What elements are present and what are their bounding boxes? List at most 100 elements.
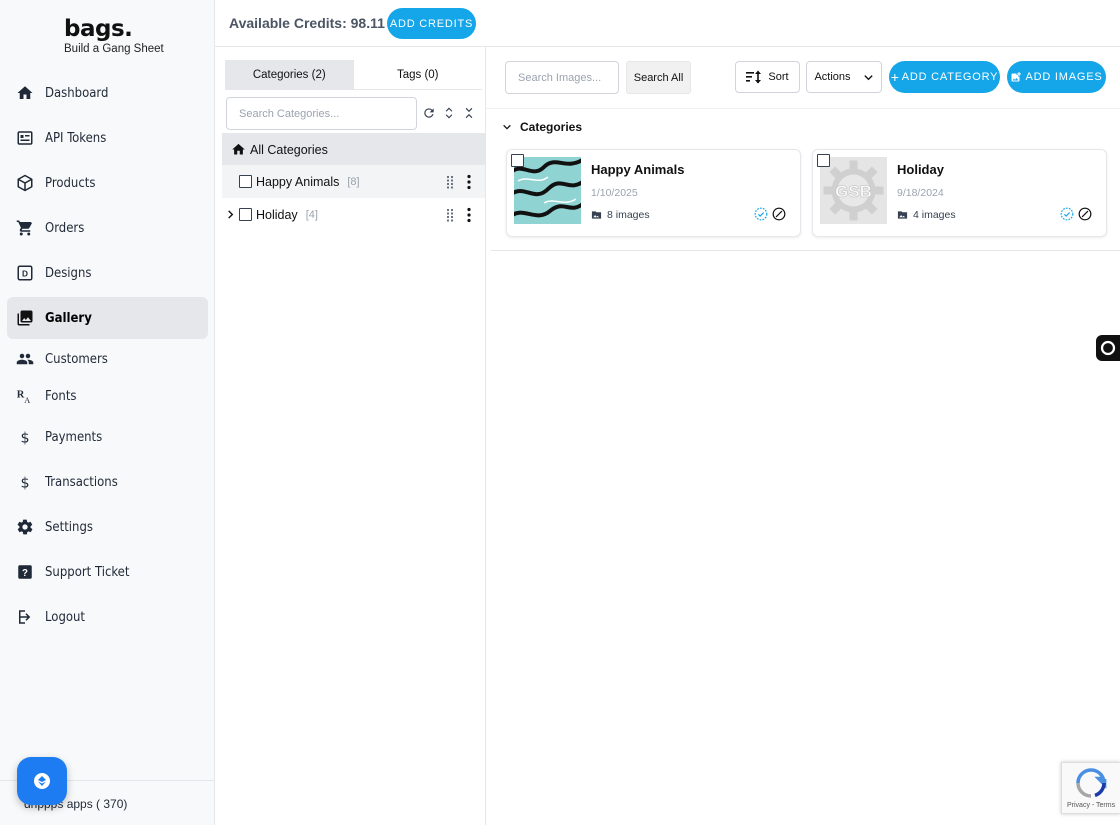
expand-all-icon[interactable] (441, 105, 457, 121)
people-icon (15, 349, 35, 369)
category-card[interactable]: GSB Holiday 9/18/2024 4 images (812, 149, 1107, 237)
recaptcha-badge[interactable]: Privacy - Terms (1061, 762, 1120, 814)
published-check-icon[interactable] (1060, 207, 1074, 221)
api-token-icon (15, 128, 35, 148)
tab-tags[interactable]: Tags (0) (354, 60, 483, 89)
brand-logo[interactable]: bags. Build a Gang Sheet (64, 16, 164, 56)
accessibility-widget-icon[interactable] (1096, 335, 1120, 361)
sidebar-item-support-ticket[interactable]: ? Support Ticket (7, 551, 208, 593)
home-icon (231, 142, 246, 157)
gear-icon (15, 517, 35, 537)
category-card[interactable]: Happy Animals 1/10/2025 8 images (506, 149, 801, 237)
published-check-icon[interactable] (754, 207, 768, 221)
sidebar-item-designs[interactable]: D Designs (7, 252, 208, 294)
toolbar-divider (486, 108, 1120, 109)
brand-name: bags. (64, 16, 133, 42)
design-icon: D (15, 263, 35, 283)
sidebar-item-gallery[interactable]: Gallery (7, 297, 208, 339)
drag-handle-icon[interactable] (443, 175, 457, 189)
tree-item-checkbox[interactable] (239, 208, 252, 221)
refresh-icon[interactable] (421, 105, 437, 121)
sidebar-item-label: API Tokens (45, 130, 107, 146)
category-tabs: Categories (2) Tags (0) (225, 60, 482, 90)
chevron-down-icon (863, 72, 874, 83)
top-bar: Available Credits: 98.11 ADD CREDITS (215, 0, 1120, 47)
tab-categories[interactable]: Categories (2) (225, 60, 354, 89)
recaptcha-logo-icon (1075, 767, 1107, 799)
sidebar-item-label: Settings (45, 519, 93, 535)
sidebar-item-label: Logout (45, 609, 86, 625)
chevron-right-icon[interactable] (225, 209, 236, 220)
more-vertical-icon[interactable] (462, 174, 476, 190)
sidebar-item-label: Payments (45, 429, 103, 445)
svg-text:$: $ (20, 430, 29, 446)
tree-item-checkbox[interactable] (239, 175, 252, 188)
more-vertical-icon[interactable] (462, 207, 476, 223)
add-photo-icon (1010, 71, 1022, 83)
add-images-label: ADD IMAGES (1025, 71, 1103, 83)
sidebar-item-logout[interactable]: Logout (7, 596, 208, 638)
sidebar-item-api-tokens[interactable]: API Tokens (7, 117, 208, 159)
sidebar: bags. Build a Gang Sheet Dashboard API T… (0, 0, 215, 825)
card-count-label: 8 images (607, 209, 650, 221)
sort-icon (746, 70, 762, 84)
actions-label: Actions (814, 71, 851, 83)
card-date: 9/18/2024 (897, 187, 944, 199)
sidebar-item-customers[interactable]: Customers (7, 338, 208, 380)
card-title: Holiday (897, 162, 944, 177)
sort-button[interactable]: Sort (735, 61, 800, 93)
sidebar-item-products[interactable]: Products (7, 162, 208, 204)
add-images-button[interactable]: ADD IMAGES (1007, 61, 1106, 93)
disable-icon[interactable] (1078, 207, 1092, 221)
gallery-main: Search All Sort Actions + ADD CATEGORY A… (486, 47, 1120, 825)
card-checkbox[interactable] (511, 154, 524, 167)
sidebar-item-label: Support Ticket (45, 564, 130, 580)
sidebar-item-payments[interactable]: $ Payments (7, 416, 208, 458)
sidebar-item-label: Gallery (45, 310, 92, 326)
sidebar-item-label: Designs (45, 265, 92, 281)
add-credits-button[interactable]: ADD CREDITS (387, 8, 476, 39)
section-divider (491, 250, 1120, 251)
sidebar-item-transactions[interactable]: $ Transactions (7, 461, 208, 503)
tree-item-happy-animals[interactable]: Happy Animals [8] (222, 165, 485, 198)
category-search-input[interactable] (226, 97, 417, 130)
sidebar-item-dashboard[interactable]: Dashboard (7, 72, 208, 114)
chat-launcher-button[interactable] (17, 757, 67, 805)
recaptcha-links[interactable]: Privacy - Terms (1067, 802, 1115, 809)
credits-display: Available Credits: 98.11 (229, 15, 403, 31)
categories-panel: Categories (2) Tags (0) All Categories H… (215, 47, 486, 825)
sidebar-item-label: Products (45, 175, 96, 191)
collapse-all-icon[interactable] (461, 105, 477, 121)
card-checkbox[interactable] (817, 154, 830, 167)
chat-logo-icon (34, 773, 50, 789)
tree-item-holiday[interactable]: Holiday [4] (222, 198, 485, 231)
sort-label: Sort (768, 71, 789, 83)
sidebar-item-label: Transactions (45, 474, 118, 490)
sidebar-item-settings[interactable]: Settings (7, 506, 208, 548)
drag-handle-icon[interactable] (443, 208, 457, 222)
font-icon: RA (15, 386, 35, 406)
card-image-count: 8 images (591, 209, 650, 221)
dollar-icon: $ (15, 472, 35, 492)
credits-label: Available Credits: 98.11 (229, 15, 385, 31)
card-title: Happy Animals (591, 162, 685, 177)
sidebar-item-label: Dashboard (45, 85, 109, 101)
search-all-button[interactable]: Search All (626, 61, 691, 94)
actions-dropdown[interactable]: Actions (806, 61, 882, 93)
categories-section-toggle[interactable]: Categories (502, 120, 582, 134)
logout-icon (15, 607, 35, 627)
sidebar-item-orders[interactable]: Orders (7, 207, 208, 249)
svg-text:D: D (22, 269, 28, 278)
thumbnail-logo-text: GSB (835, 182, 872, 201)
card-image-count: 4 images (897, 209, 956, 221)
image-search-input[interactable] (505, 61, 619, 94)
section-title: Categories (520, 120, 583, 134)
tree-item-label: Happy Animals (256, 174, 340, 189)
help-icon: ? (15, 562, 35, 582)
svg-text:$: $ (20, 475, 29, 491)
home-icon (15, 83, 35, 103)
sidebar-item-fonts[interactable]: RA Fonts (7, 375, 208, 417)
add-category-button[interactable]: + ADD CATEGORY (889, 61, 1000, 93)
disable-icon[interactable] (772, 207, 786, 221)
tree-item-all-categories[interactable]: All Categories (222, 133, 485, 166)
